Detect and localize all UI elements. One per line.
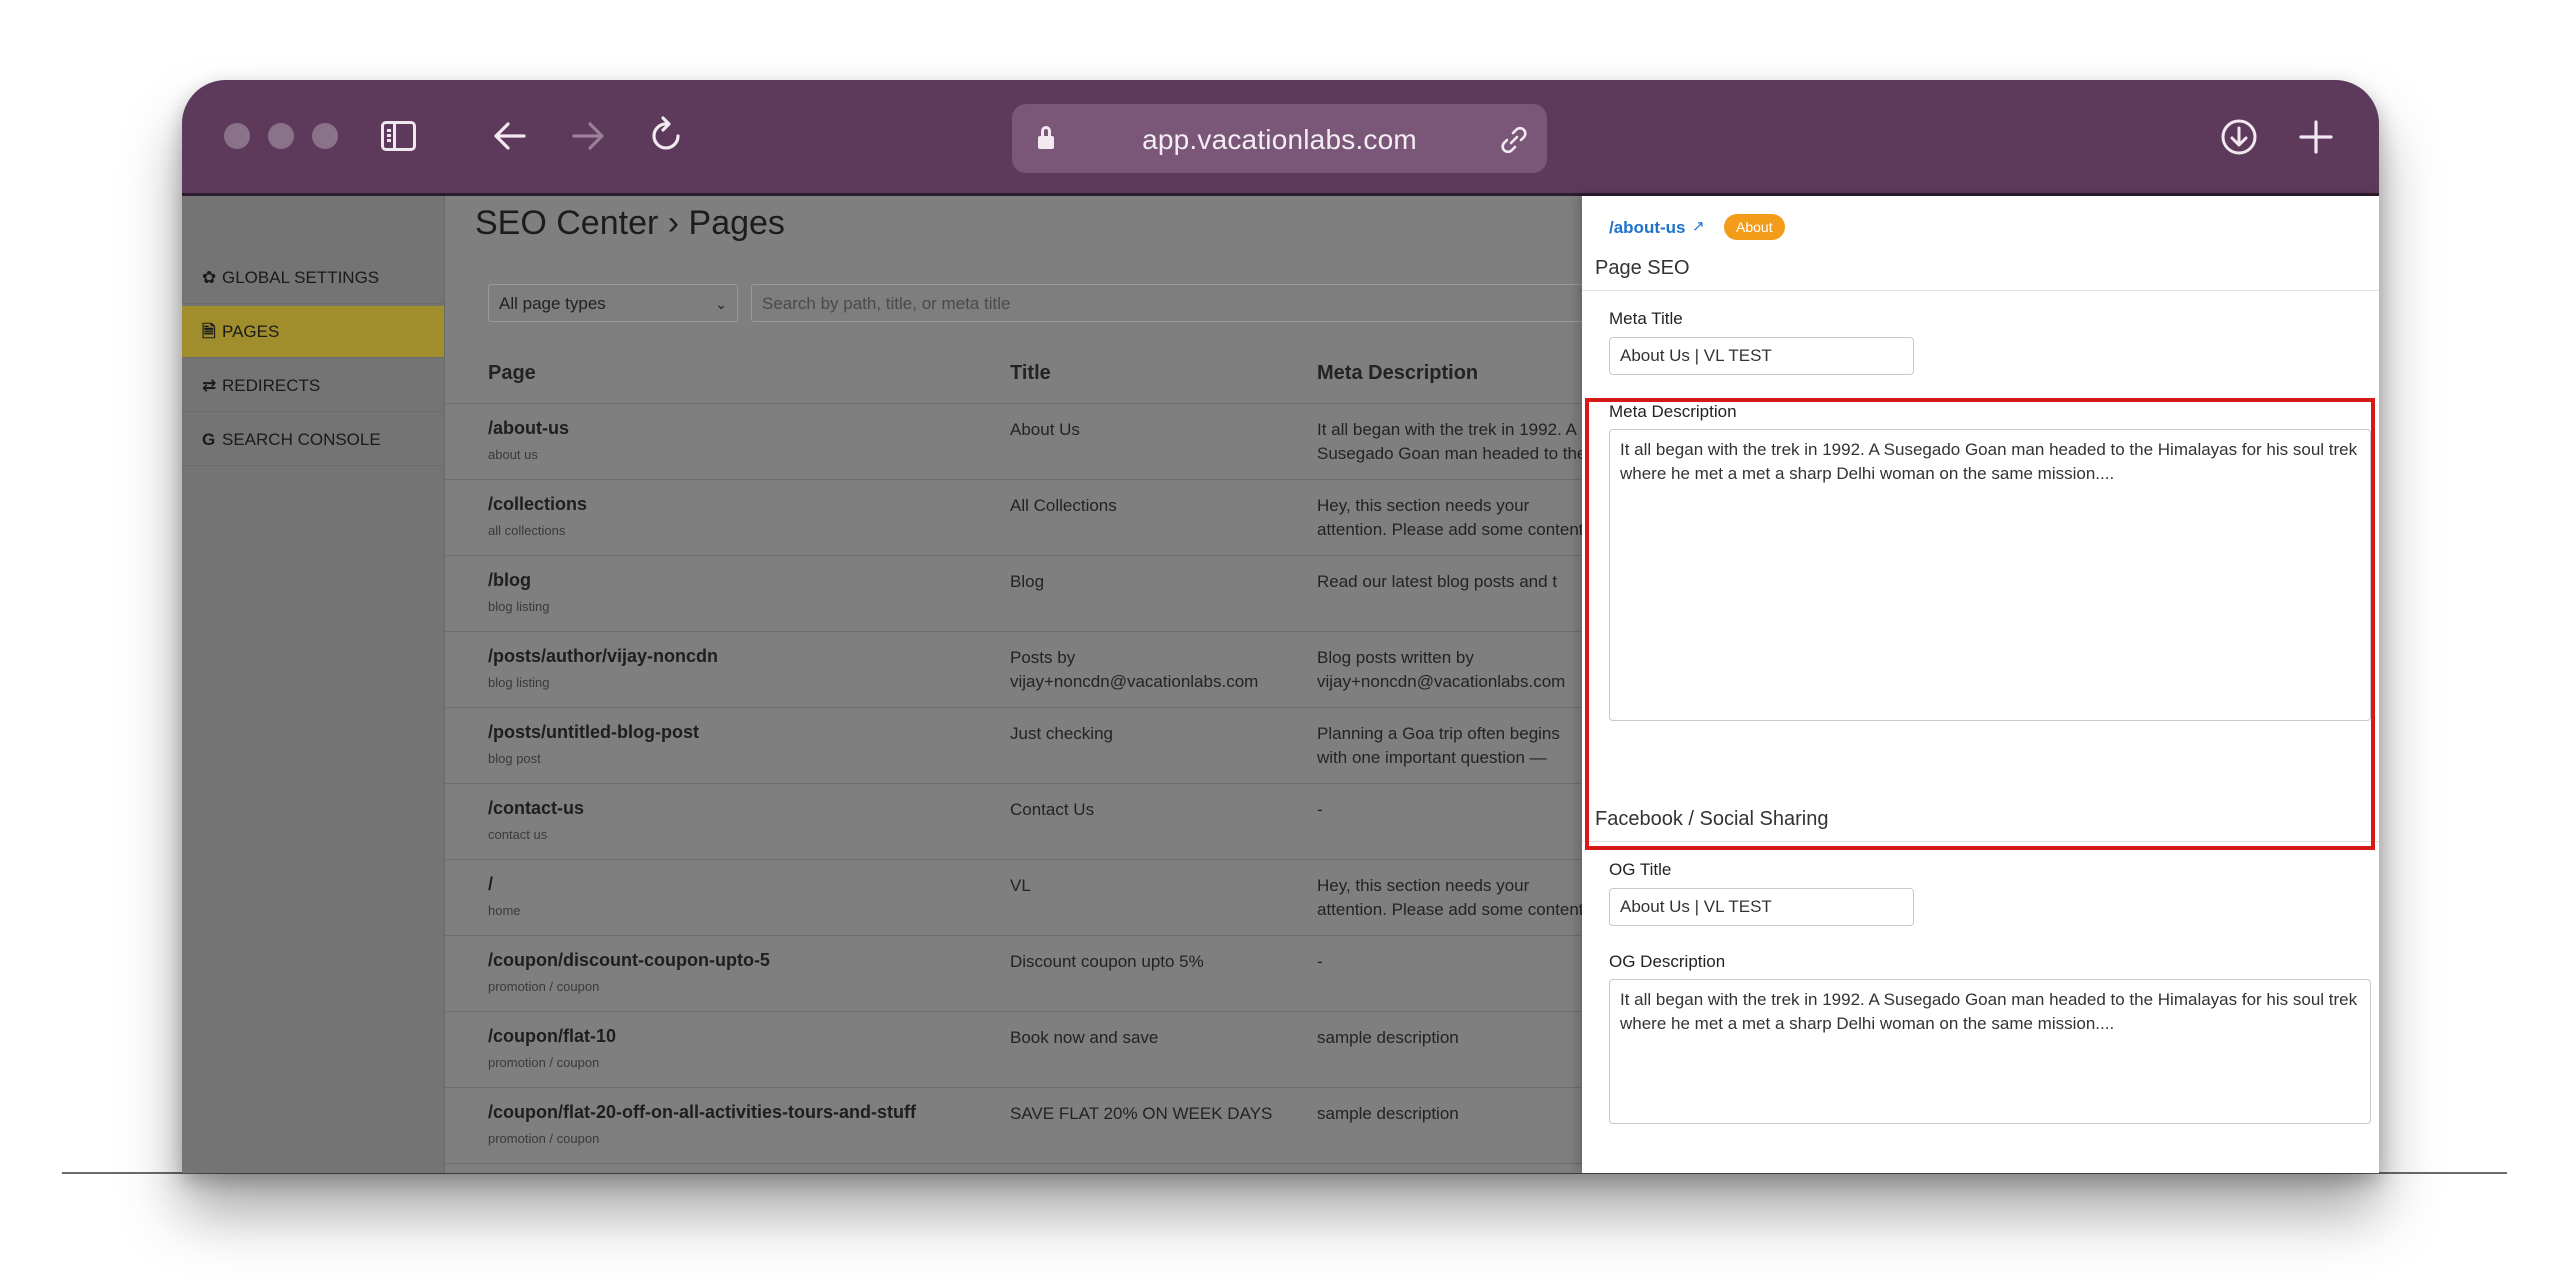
meta-title-label: Meta Title	[1609, 309, 1683, 328]
address-bar[interactable]: app.vacationlabs.com	[1012, 104, 1547, 173]
row-path: /posts/author/vijay-noncdn	[488, 646, 719, 666]
nav-item-search-console[interactable]: G SEARCH CONSOLE	[182, 414, 444, 466]
close-window-button[interactable]	[224, 123, 250, 149]
page-type-filter[interactable]: All page types ⌄	[488, 284, 738, 322]
row-type: promotion / coupon	[488, 1131, 600, 1146]
gear-icon: ✿	[202, 268, 217, 287]
row-path: /	[488, 874, 494, 894]
row-meta: It all began with the trek in 1992. A Su…	[1317, 420, 1587, 463]
row-type: contact us	[488, 827, 548, 842]
column-header-meta: Meta Description	[1317, 362, 1479, 384]
external-link-icon[interactable]: ↗	[1692, 217, 1705, 235]
row-path: /about-us	[488, 418, 569, 438]
nav-item-global-settings[interactable]: ✿ GLOBAL SETTINGS	[182, 252, 444, 304]
row-meta: -	[1317, 952, 1323, 971]
row-path: /contact-us	[488, 798, 585, 818]
row-title: Discount coupon upto 5%	[1010, 952, 1204, 971]
browser-toolbar: app.vacationlabs.com	[182, 80, 2379, 196]
row-title: Just checking	[1010, 724, 1113, 743]
url-text: app.vacationlabs.com	[1142, 124, 1417, 155]
new-tab-plus-icon[interactable]	[2297, 118, 2335, 156]
og-title-input[interactable]: About Us | VL TEST	[1609, 888, 1914, 926]
row-title: Book now and save	[1010, 1028, 1159, 1047]
row-path: /coupon/flat-20-off-on-all-activities-to…	[488, 1102, 916, 1122]
row-path: /coupon/flat-10	[488, 1026, 617, 1046]
column-header-title: Title	[1010, 362, 1051, 384]
row-type: blog listing	[488, 599, 550, 614]
row-type: home	[488, 903, 521, 918]
social-sharing-heading: Facebook / Social Sharing	[1595, 808, 1829, 830]
link-icon[interactable]	[1499, 125, 1529, 155]
page-type-badge: About	[1724, 214, 1785, 240]
row-title: Blog	[1010, 572, 1045, 591]
row-type: promotion / coupon	[488, 1055, 600, 1070]
row-path: /posts/untitled-blog-post	[488, 722, 699, 742]
row-type: blog listing	[488, 675, 550, 690]
meta-description-label: Meta Description	[1609, 402, 1737, 421]
row-title: SAVE FLAT 20% ON WEEK DAYS	[1010, 1104, 1273, 1123]
row-path: /collections	[488, 494, 588, 514]
row-meta: Planning a Goa trip often begins with on…	[1317, 724, 1560, 767]
row-path: /coupon/discount-coupon-upto-5	[488, 950, 770, 970]
row-type: blog post	[488, 751, 541, 766]
row-path: /blog	[488, 570, 531, 590]
og-description-label: OG Description	[1609, 952, 1726, 971]
seo-edit-panel: /about-us ↗ About Page SEO Meta Title Ab…	[1582, 196, 2379, 1173]
row-meta: -	[1317, 800, 1323, 819]
row-title: Posts by vijay+noncdn@vacationlabs.com	[1010, 648, 1259, 691]
row-meta: Blog posts written by vijay+noncdn@vacat…	[1317, 648, 1566, 691]
meta-description-textarea[interactable]: It all began with the trek in 1992. A Su…	[1609, 429, 2371, 721]
search-input[interactable]: Search by path, title, or meta title	[751, 284, 1651, 322]
page-seo-heading: Page SEO	[1595, 257, 1690, 279]
zoom-window-button[interactable]	[312, 123, 338, 149]
page-path-link[interactable]: /about-us	[1609, 218, 1686, 238]
og-title-label: OG Title	[1609, 860, 1672, 879]
row-title: All Collections	[1010, 496, 1117, 515]
nav-item-redirects[interactable]: ⇄ REDIRECTS	[182, 360, 444, 412]
og-description-textarea[interactable]: It all began with the trek in 1992. A Su…	[1609, 979, 2371, 1124]
row-meta: Hey, this section needs your attention. …	[1317, 496, 1584, 539]
row-title: Contact Us	[1010, 800, 1095, 819]
left-sidebar: ✿ GLOBAL SETTINGS 🗎 PAGES ⇄ REDIRECTS G SEAR…	[182, 196, 445, 1173]
swap-icon: ⇄	[202, 376, 217, 395]
column-header-page: Page	[488, 362, 536, 384]
reload-icon[interactable]	[650, 116, 684, 154]
chevron-down-icon: ⌄	[715, 296, 727, 312]
row-meta: Read our latest blog posts and t	[1317, 572, 1558, 591]
row-meta: sample description	[1317, 1104, 1459, 1123]
row-type: all collections	[488, 523, 566, 538]
minimize-window-button[interactable]	[268, 123, 294, 149]
page-content: ✿ GLOBAL SETTINGS 🗎 PAGES ⇄ REDIRECTS G SEAR…	[182, 196, 2379, 1173]
nav-item-pages[interactable]: 🗎 PAGES	[182, 306, 444, 358]
section-divider	[1582, 841, 2379, 842]
download-icon[interactable]	[2219, 117, 2259, 157]
page-title: SEO Center › Pages	[475, 204, 785, 242]
meta-title-input[interactable]: About Us | VL TEST	[1609, 337, 1914, 375]
row-meta: sample description	[1317, 1028, 1459, 1047]
row-meta: Hey, this section needs your attention. …	[1317, 876, 1584, 919]
row-title: VL	[1010, 876, 1031, 895]
browser-window: app.vacationlabs.com ✿ GLOBAL SETTINGS 🗎 P…	[182, 80, 2379, 1173]
row-type: promotion / coupon	[488, 979, 600, 994]
sidebar-toggle-icon[interactable]	[381, 121, 416, 151]
section-divider	[1582, 290, 2379, 291]
row-type: about us	[488, 447, 538, 462]
file-icon: 🗎	[202, 322, 216, 341]
forward-arrow-icon[interactable]	[570, 120, 606, 152]
google-g-icon: G	[202, 430, 216, 449]
row-title: About Us	[1010, 420, 1080, 439]
back-arrow-icon[interactable]	[492, 120, 528, 152]
